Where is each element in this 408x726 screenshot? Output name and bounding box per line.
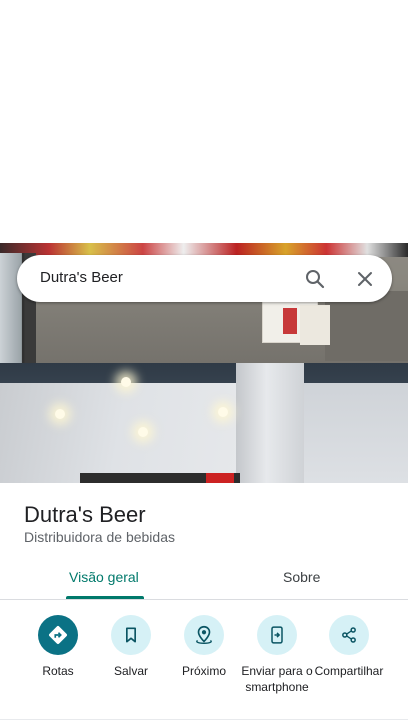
nearby-button[interactable]: Próximo [164, 615, 244, 679]
ceiling-lamp [138, 427, 148, 437]
tab-about[interactable]: Sobre [283, 569, 320, 585]
send-to-phone-icon [257, 615, 297, 655]
bookmark-icon [111, 615, 151, 655]
save-label: Salvar [113, 664, 148, 678]
nearby-label: Próximo [181, 664, 226, 678]
send-to-phone-label: Enviar para o smartphone [241, 664, 313, 694]
place-photo-interior[interactable] [0, 363, 408, 483]
place-info-panel: Dutra's Beer Distribuidora de bebidas Vi… [0, 483, 408, 726]
directions-icon [38, 615, 78, 655]
search-icon[interactable] [303, 267, 327, 291]
share-button[interactable]: Compartilhar [309, 615, 389, 679]
place-category[interactable]: Distribuidora de bebidas [24, 529, 175, 545]
send-to-phone-button[interactable]: Enviar para o smartphone [237, 615, 317, 695]
share-label: Compartilhar [314, 664, 384, 678]
directions-label: Rotas [42, 664, 74, 678]
beverage-box [300, 305, 330, 345]
place-title: Dutra's Beer [24, 502, 146, 527]
tab-overview[interactable]: Visão geral [69, 569, 139, 585]
ceiling-lamp [121, 377, 131, 387]
search-bar[interactable]: Dutra's Beer [17, 255, 392, 302]
search-input[interactable]: Dutra's Beer [40, 269, 123, 286]
map-blank-area [0, 0, 408, 243]
ceiling-lamp [55, 409, 65, 419]
save-button[interactable]: Salvar [91, 615, 171, 679]
pillar [236, 363, 304, 483]
ceiling-lamp [218, 407, 228, 417]
share-icon [329, 615, 369, 655]
divider [0, 719, 408, 720]
nearby-icon [184, 615, 224, 655]
divider [0, 599, 408, 600]
wall [0, 383, 240, 483]
red-item [206, 473, 234, 483]
close-icon[interactable] [353, 267, 377, 291]
wall [300, 383, 408, 483]
directions-button[interactable]: Rotas [18, 615, 98, 679]
